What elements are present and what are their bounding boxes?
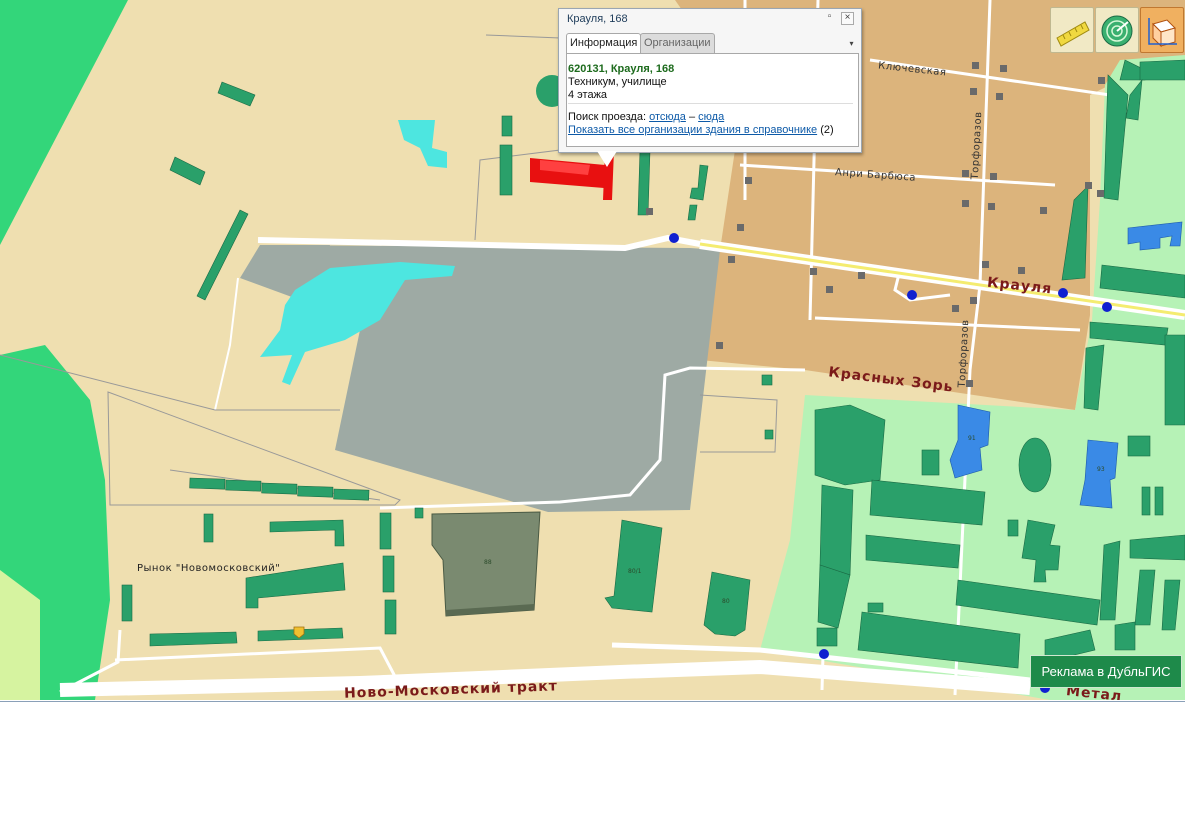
building-type: Техникум, училище	[568, 76, 667, 88]
building-info-popup[interactable]: Крауля, 168 ▫ × Информация Организации ▾…	[558, 8, 862, 167]
tab-information[interactable]: Информация	[566, 33, 642, 53]
cube-3d-icon	[1148, 18, 1177, 48]
popup-title: Крауля, 168	[567, 13, 628, 25]
popup-pointer	[597, 151, 617, 167]
building-number: 91	[968, 435, 976, 442]
show-all-orgs-link[interactable]: Показать все организации здания в справо…	[568, 124, 817, 136]
pin-icon[interactable]: ▫	[824, 12, 835, 23]
building-number: 88	[484, 559, 492, 566]
tab-organizations[interactable]: Организации	[640, 33, 715, 53]
building-floors: 4 этажа	[568, 89, 608, 101]
map-canvas[interactable]: Крауля Красных Зорь Ново-Московский трак…	[0, 0, 1185, 700]
3d-view-tool-button[interactable]	[1140, 7, 1184, 53]
popup-content: 620131, Крауля, 168 Техникум, училище 4 …	[566, 53, 859, 147]
route-search-label: Поиск проезда:	[568, 111, 646, 123]
building-number: 80	[722, 598, 730, 605]
building-address: 620131, Крауля, 168	[568, 63, 675, 75]
place-label-market: Рынок "Новомосковский"	[137, 563, 281, 574]
building-number: 80/1	[628, 568, 642, 575]
map-bottom-border	[0, 701, 1185, 702]
show-orgs-row: Показать все организации здания в справо…	[568, 124, 834, 136]
route-from-link[interactable]: отсюда	[649, 111, 686, 123]
building-number: 93	[1097, 466, 1105, 473]
chevron-down-icon[interactable]: ▾	[846, 39, 857, 50]
route-dash: –	[688, 111, 696, 123]
radar-tool-button[interactable]	[1095, 7, 1139, 53]
route-search-row: Поиск проезда: отсюда – сюда	[568, 111, 724, 123]
close-icon[interactable]: ×	[841, 12, 854, 25]
orgs-count: (2)	[820, 124, 834, 136]
divider	[568, 103, 853, 104]
ruler-icon	[1056, 21, 1090, 47]
ruler-tool-button[interactable]	[1050, 7, 1094, 53]
ad-doublegis-button[interactable]: Реклама в ДубльГИС	[1030, 655, 1182, 688]
radar-icon	[1101, 15, 1133, 47]
route-to-link[interactable]: сюда	[698, 111, 724, 123]
